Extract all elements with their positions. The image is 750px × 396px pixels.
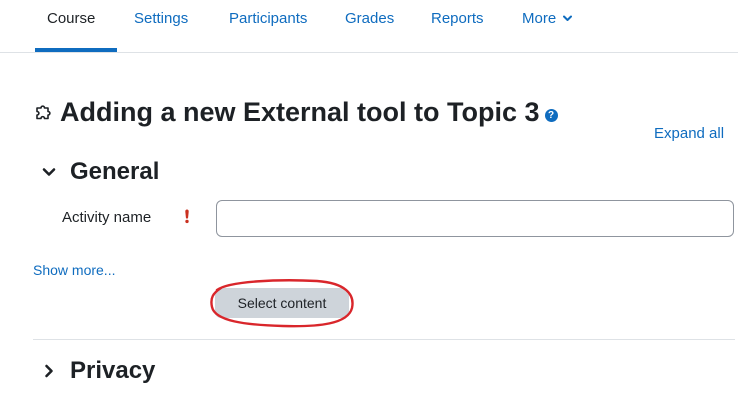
- activity-name-label: Activity name: [62, 209, 152, 226]
- page-title-text: Adding a new External tool to Topic 3: [60, 96, 540, 127]
- select-content-button[interactable]: Select content: [215, 288, 349, 318]
- page-title: Adding a new External tool to Topic 3 ?: [34, 96, 558, 128]
- section-general-toggle[interactable]: General: [42, 155, 159, 189]
- exclamation-circle-icon: [185, 209, 189, 224]
- chevron-right-icon: [45, 364, 53, 378]
- expand-all-link[interactable]: Expand all: [654, 125, 724, 142]
- tab-course[interactable]: Course: [47, 10, 95, 27]
- section-divider: [33, 339, 735, 340]
- show-more-link[interactable]: Show more...: [33, 262, 115, 278]
- tab-settings[interactable]: Settings: [134, 10, 188, 27]
- question-circle-icon[interactable]: ?: [544, 108, 558, 122]
- active-tab-indicator: [35, 48, 117, 52]
- tab-more[interactable]: More: [522, 10, 573, 27]
- chevron-down-icon: [563, 15, 573, 21]
- puzzle-piece-icon: [36, 105, 51, 120]
- tab-grades[interactable]: Grades: [345, 10, 394, 27]
- chevron-down-icon: [42, 168, 56, 176]
- tab-reports[interactable]: Reports: [431, 10, 484, 27]
- tab-participants[interactable]: Participants: [229, 10, 307, 27]
- section-general-title: General: [70, 158, 160, 185]
- section-privacy-title: Privacy: [70, 357, 156, 384]
- activity-name-input[interactable]: [216, 200, 734, 237]
- secondary-navigation: Course Settings Participants Grades Repo…: [0, 0, 738, 53]
- tab-more-label: More: [522, 10, 557, 27]
- section-privacy-toggle[interactable]: Privacy: [42, 354, 155, 388]
